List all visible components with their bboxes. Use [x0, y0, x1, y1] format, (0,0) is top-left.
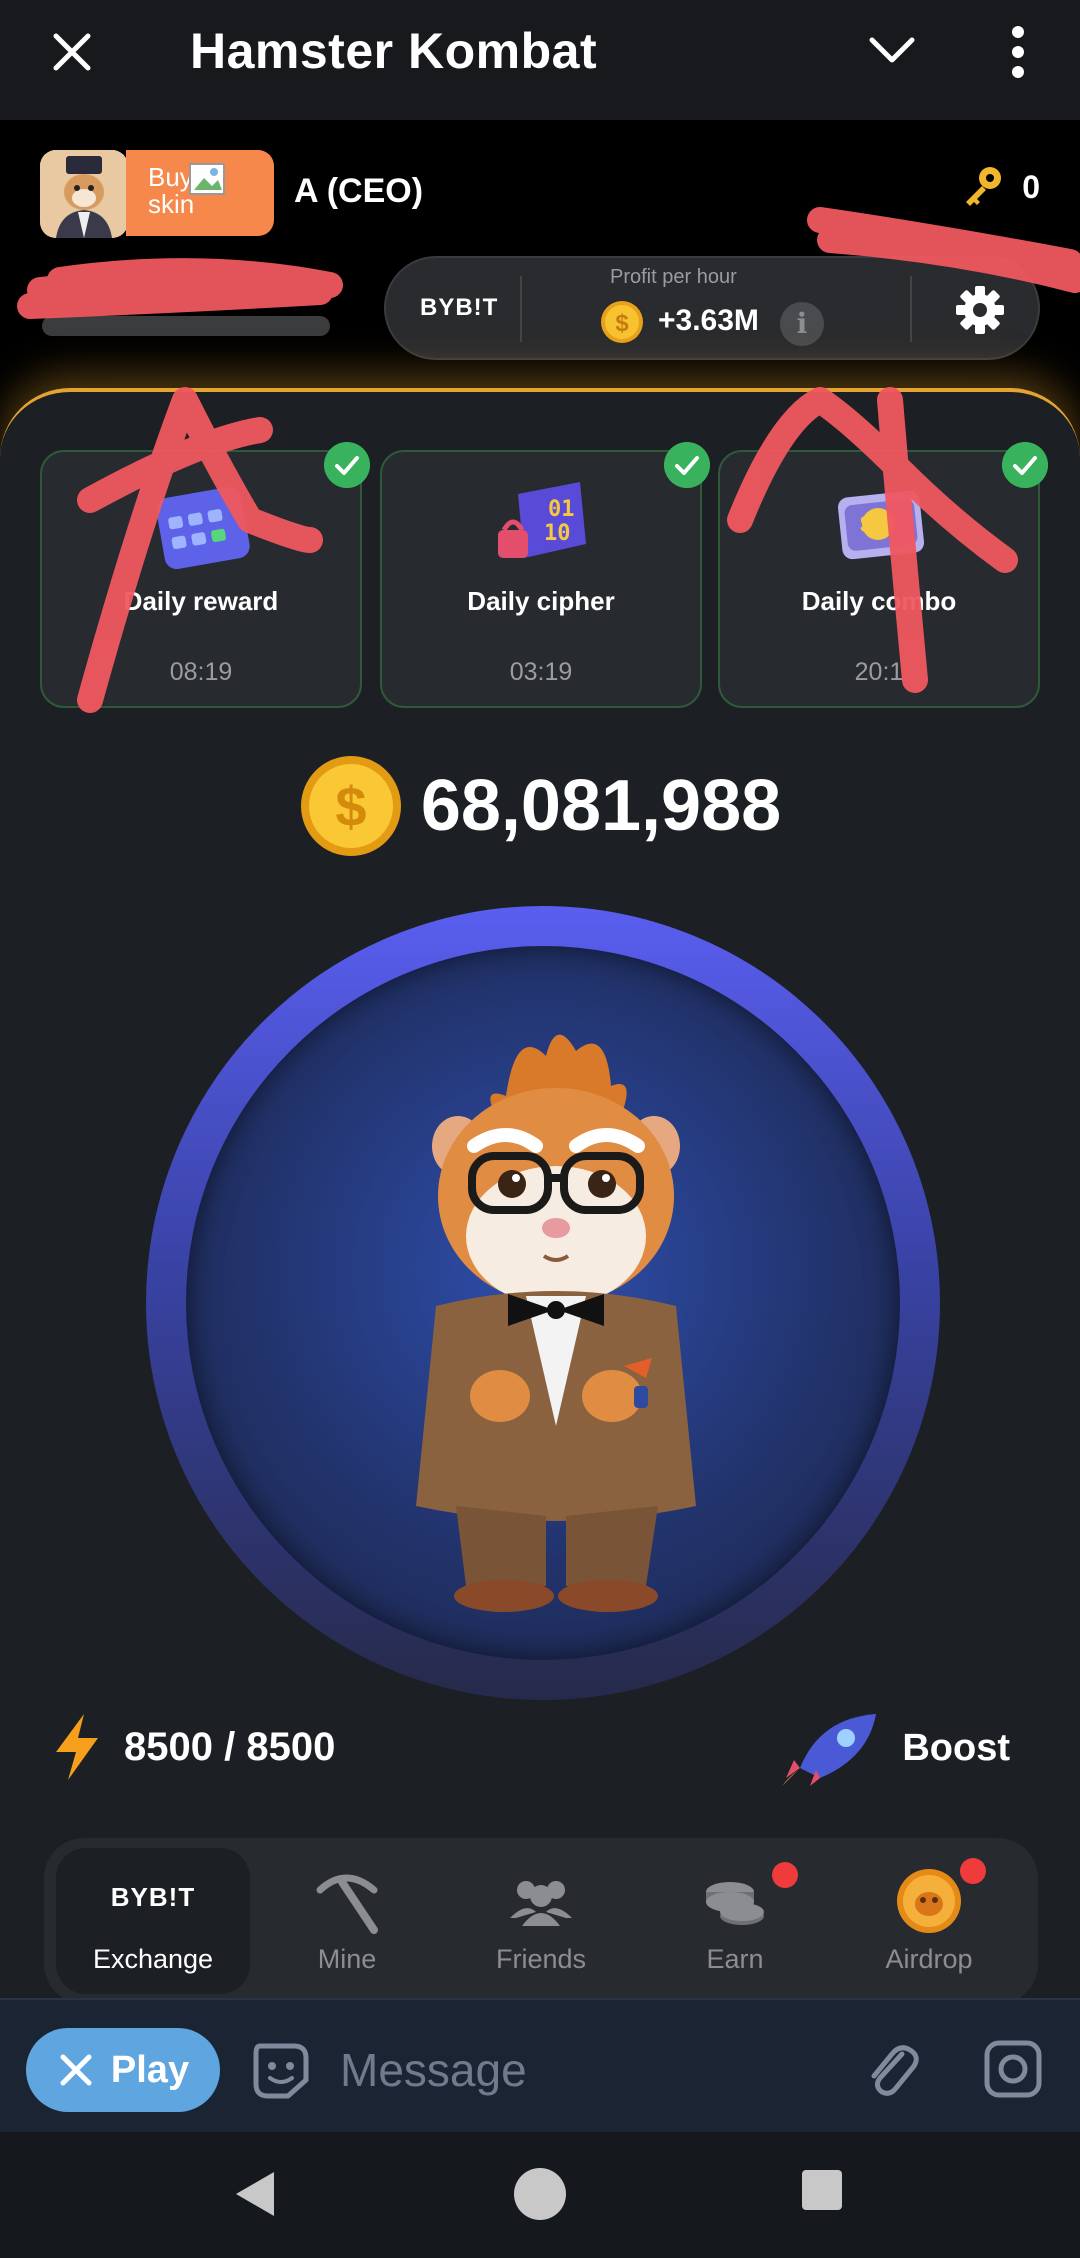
nav-mine[interactable]: Mine — [250, 1848, 444, 1994]
tap-button[interactable] — [146, 906, 940, 1700]
svg-text:$: $ — [335, 775, 366, 838]
divider — [910, 276, 912, 342]
check-icon — [1002, 442, 1048, 488]
gear-icon[interactable] — [952, 282, 1008, 338]
close-icon[interactable] — [48, 28, 96, 76]
nav-exchange[interactable]: BYB!T Exchange — [56, 1848, 250, 1994]
nav-label: Earn — [706, 1944, 764, 1974]
close-icon — [60, 2054, 92, 2086]
message-bar: Play — [0, 1998, 1080, 2132]
energy-meter: 8500 / 8500 — [50, 1712, 335, 1782]
notification-badge — [772, 1862, 798, 1888]
info-icon[interactable]: i — [780, 302, 824, 346]
exchange-logo: BYB!T — [110, 1882, 196, 1912]
nav-label: Airdrop — [885, 1944, 973, 1974]
notification-badge — [960, 1858, 986, 1884]
keys-count: 0 — [1022, 168, 1040, 205]
lightning-icon — [56, 1714, 98, 1780]
svg-text:$: $ — [615, 310, 629, 337]
coin-balance: $ 68,081,988 — [0, 754, 1080, 858]
check-icon — [324, 442, 370, 488]
username: A (CEO) — [294, 172, 424, 210]
coins-stack-icon — [706, 1882, 764, 1925]
friends-icon — [510, 1881, 572, 1926]
daily-cipher-card[interactable]: 01 10 Daily cipher 03:19 — [380, 442, 710, 708]
bottom-nav: BYB!T Exchange Mine Friends Earn Airdrop — [44, 1838, 1038, 2004]
tap-button-inner — [186, 946, 900, 1660]
paperclip-icon[interactable] — [862, 2038, 924, 2100]
camera-icon[interactable] — [982, 2038, 1044, 2100]
recents-icon[interactable] — [802, 2170, 842, 2210]
daily-card-title: Daily cipher — [467, 586, 615, 616]
home-icon[interactable] — [514, 2168, 566, 2220]
calendar-icon — [156, 486, 250, 570]
keys-counter: 0 — [960, 164, 1040, 210]
profit-label: Profit per hour — [610, 266, 737, 288]
more-vert-icon[interactable] — [1000, 24, 1036, 80]
nav-earn[interactable]: Earn — [638, 1848, 832, 1994]
profit-value: +3.63M — [658, 304, 759, 337]
broken-image-icon — [189, 163, 225, 195]
hamster-ceo-icon — [416, 1034, 696, 1612]
nav-friends[interactable]: Friends — [444, 1848, 638, 1994]
profit-per-hour-panel: BYB!T Profit per hour $ +3.63M i — [384, 256, 1040, 360]
daily-card-title: Daily combo — [801, 586, 957, 616]
daily-card-title: Daily reward — [123, 586, 279, 616]
boost-label: Boost — [902, 1726, 1010, 1769]
buy-skin-button[interactable]: Buy skin — [126, 150, 274, 236]
svg-text:01: 01 — [548, 497, 575, 522]
avatar[interactable] — [40, 150, 128, 238]
sticker-icon[interactable] — [250, 2040, 312, 2102]
play-button[interactable]: Play — [26, 2028, 220, 2112]
svg-text:$: $ — [860, 511, 874, 538]
daily-card-timer: 03:19 — [509, 658, 573, 686]
main-panel: Daily reward 08:19 01 10 Daily cipher 03… — [0, 388, 1080, 2004]
daily-reward-card[interactable]: Daily reward 08:19 — [40, 442, 370, 708]
coin-icon: $ — [601, 301, 643, 343]
coin-icon: $ — [300, 756, 401, 856]
energy-value: 8500 / 8500 — [124, 1724, 336, 1769]
daily-card-timer: 20:1 — [854, 658, 904, 686]
nav-label: Friends — [495, 1944, 587, 1974]
hamster-avatar-icon — [40, 150, 128, 238]
play-label: Play — [110, 2048, 190, 2091]
balance-amount: 68,081,988 — [420, 766, 782, 846]
daily-card-timer: 08:19 — [169, 658, 233, 686]
nav-airdrop[interactable]: Airdrop — [832, 1848, 1026, 1994]
chevron-down-icon[interactable] — [866, 30, 918, 70]
divider — [520, 276, 522, 342]
exchange-brand[interactable]: BYB!T — [420, 294, 498, 322]
nav-label: Mine — [317, 1944, 377, 1974]
level-progress-bar[interactable] — [42, 316, 330, 336]
system-navigation-bar — [0, 2132, 1080, 2258]
app-top-bar: Hamster Kombat — [0, 0, 1080, 120]
back-icon[interactable] — [230, 2168, 280, 2220]
hamster-coin-icon — [897, 1869, 961, 1933]
check-icon — [664, 442, 710, 488]
svg-text:10: 10 — [544, 521, 571, 546]
profile-header: Buy skin A (CEO) 0 BYB!T Profit per hour… — [0, 120, 1080, 400]
combo-icon: $ — [837, 490, 925, 560]
message-input[interactable] — [340, 2038, 820, 2102]
app-title: Hamster Kombat — [190, 23, 598, 79]
cipher-icon: 01 10 — [498, 482, 586, 558]
daily-combo-card[interactable]: $ Daily combo 20:1 — [718, 442, 1048, 708]
key-icon — [966, 167, 1002, 206]
rocket-icon — [782, 1714, 877, 1786]
pickaxe-icon — [316, 1874, 378, 1934]
boost-button[interactable]: Boost — [780, 1708, 1010, 1788]
nav-label: Exchange — [92, 1944, 214, 1974]
